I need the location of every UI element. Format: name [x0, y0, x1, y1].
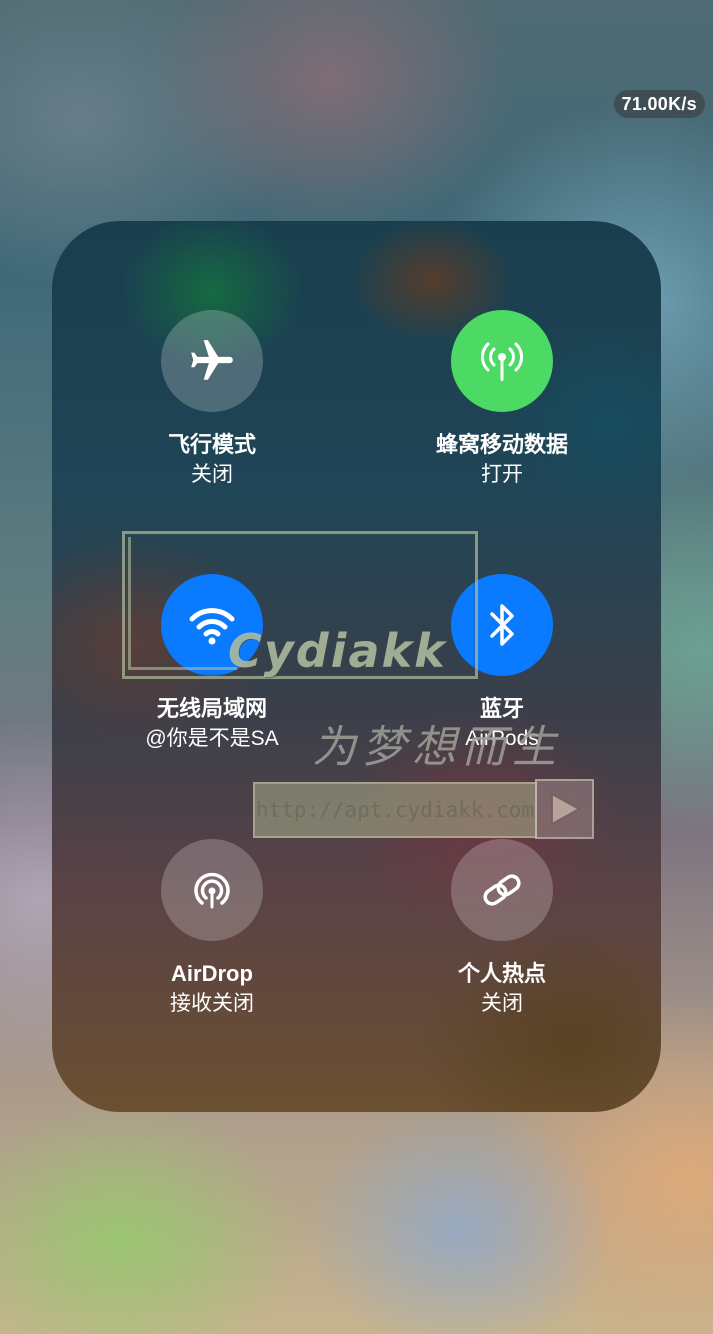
airplane-icon: [191, 340, 233, 380]
tile-title: 无线局域网: [156, 696, 267, 721]
watermark-frame-inner: [128, 537, 237, 670]
tile-title: 蜂窝移动数据: [435, 432, 568, 457]
watermark-logo: Cydiakk: [228, 624, 447, 678]
cellular-data-button[interactable]: [451, 310, 553, 412]
tile-title: 飞行模式: [167, 432, 256, 457]
tile-status: 打开: [481, 463, 523, 486]
personal-hotspot-toggle[interactable]: 个人热点 关闭: [382, 839, 622, 1019]
tile-status: 接收关闭: [170, 992, 254, 1015]
cellular-data-toggle[interactable]: 蜂窝移动数据 打开: [382, 310, 622, 490]
airplane-mode-toggle[interactable]: 飞行模式 关闭: [92, 310, 332, 490]
personal-hotspot-button[interactable]: [451, 839, 553, 941]
tile-status: 关闭: [481, 992, 523, 1015]
tile-status: @你是不是SA: [145, 727, 279, 750]
watermark-url: http://apt.cydiakk.com: [253, 782, 537, 838]
airdrop-toggle[interactable]: AirDrop 接收关闭: [92, 839, 332, 1019]
tile-status: 关闭: [191, 463, 233, 486]
play-icon: [550, 793, 580, 825]
tile-title: AirDrop: [171, 961, 253, 986]
tile-title: 个人热点: [457, 961, 546, 986]
antenna-icon: [481, 342, 523, 381]
link-icon: [483, 874, 521, 906]
airdrop-button[interactable]: [161, 839, 263, 941]
airdrop-icon: [194, 872, 230, 909]
watermark-play-box: [535, 779, 594, 839]
network-speed-badge: 71.00K/s: [613, 90, 705, 118]
airplane-mode-button[interactable]: [161, 310, 263, 412]
watermark-slogan: 为梦想而生: [312, 722, 562, 773]
bluetooth-icon: [490, 604, 514, 646]
